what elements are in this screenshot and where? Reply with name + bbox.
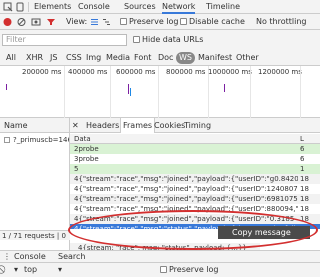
context-dropdown-icon[interactable]: ▾ [58, 265, 62, 274]
timeline-tick-label: 200000 ms [22, 68, 62, 76]
frame-length: 18 [300, 175, 309, 183]
network-toolbar: View: Preserve log Disable cache No thro… [0, 14, 320, 30]
request-mark [6, 84, 7, 90]
length-column-header[interactable]: L [300, 134, 304, 144]
drawer-preserve-log-label: Preserve log [169, 265, 219, 274]
tab-timeline[interactable]: Timeline [206, 0, 240, 14]
dropdown-icon[interactable]: ▾ [14, 265, 18, 274]
console-drawer: ⃠ ▾ top ▾ Preserve log [0, 262, 320, 277]
close-detail-icon[interactable]: ✕ [72, 118, 79, 133]
frame-row[interactable]: 4{"stream":"race","msg":"joined","payloa… [70, 184, 320, 194]
timeline-grid-line [250, 66, 251, 118]
frame-row[interactable]: 4{"stream":"race","msg":"joined","payloa… [70, 174, 320, 184]
waterfall-view-icon[interactable] [102, 14, 111, 30]
timeline-tick-label: 600000 ms [116, 68, 156, 76]
drawer-tabs: ⋮ Console Search [0, 250, 320, 262]
data-column-header[interactable]: Data [74, 134, 91, 144]
view-label: View: [66, 17, 88, 26]
status-bar: 1 / 71 requests | 0 [0, 230, 70, 240]
type-filter-ws[interactable]: WS [176, 52, 195, 64]
timeline-grid-line [110, 66, 111, 118]
divider [28, 2, 29, 12]
filter-icon[interactable] [46, 14, 56, 30]
type-filter-css[interactable]: CSS [64, 52, 84, 64]
preserve-log-label: Preserve log [129, 17, 179, 26]
capture-screenshot-icon[interactable] [31, 14, 41, 30]
frame-data: 3probe [74, 155, 99, 163]
preserve-log-checkbox[interactable]: Preserve log [120, 14, 179, 30]
list-view-icon[interactable] [90, 14, 99, 30]
request-type-icon [4, 137, 10, 143]
tab-elements[interactable]: Elements [34, 0, 71, 14]
timeline-tick-label: 400000 ms [68, 68, 108, 76]
detail-tabs: ✕ Headers Frames Cookies Timing [70, 118, 320, 133]
frame-length: 6 [300, 145, 305, 153]
timeline-tick-label: 800000 ms [166, 68, 206, 76]
filter-input[interactable]: Filter [2, 34, 127, 46]
frame-data: 5 [74, 165, 79, 173]
hide-data-urls-label: Hide data URLs [142, 35, 204, 44]
type-filter-img[interactable]: Img [84, 52, 103, 64]
tab-network[interactable]: Network [162, 0, 196, 14]
filter-bar: Filter Hide data URLs [0, 30, 320, 50]
type-filter-other[interactable]: Other [234, 52, 261, 64]
tab-timing[interactable]: Timing [184, 118, 211, 133]
request-name: ?_primuscb=146... [13, 136, 69, 144]
request-mark [224, 84, 225, 92]
drawer-tab-search[interactable]: Search [58, 252, 85, 261]
type-filter-all[interactable]: All [4, 52, 18, 64]
frame-row[interactable]: 4{"stream":"race","msg":"joined","payloa… [70, 194, 320, 204]
disable-cache-checkbox[interactable]: Disable cache [180, 14, 245, 30]
type-filter-doc[interactable]: Doc [156, 52, 175, 64]
network-overview[interactable]: 200000 ms 400000 ms 600000 ms 800000 ms 1000… [0, 66, 320, 118]
frame-length: 6 [300, 155, 305, 163]
request-mark [130, 88, 131, 96]
type-filter-media[interactable]: Media [104, 52, 132, 64]
timeline-grid-line [64, 66, 65, 118]
drawer-menu-icon[interactable]: ⋮ [3, 252, 11, 261]
frame-data: 2probe [74, 145, 99, 153]
type-filter-manifest[interactable]: Manifest [196, 52, 234, 64]
clear-icon[interactable] [17, 14, 26, 30]
timeline-grid-line [300, 66, 301, 118]
timeline-tick-label: 1000000 ms [208, 68, 252, 76]
frame-data: 4{"stream":"race","msg":"joined","payloa… [74, 195, 298, 203]
throttling-select[interactable]: No throttling [256, 14, 307, 30]
frame-data: 4{"stream":"race","msg":"joined","payloa… [74, 175, 298, 183]
frames-header: Data L [70, 134, 320, 144]
type-filter-font[interactable]: Font [132, 52, 153, 64]
frame-data: 4{"stream":"race","msg":"joined","payloa… [74, 185, 298, 193]
tab-sources[interactable]: Sources [124, 0, 156, 14]
request-mark [128, 84, 129, 94]
devtools-tabbar: Elements Console Sources Network Timelin… [0, 0, 320, 14]
disable-cache-label: Disable cache [189, 17, 245, 26]
highlight-annotation [68, 210, 318, 250]
tab-frames[interactable]: Frames [120, 118, 156, 133]
name-column-header[interactable]: Name [0, 118, 69, 133]
type-filter-bar: All XHR JS CSS Img Media Font Doc WS Manifest Othe… [0, 50, 320, 66]
tab-cookies[interactable]: Cookies [154, 118, 185, 133]
timeline-grid-line [158, 66, 159, 118]
inspect-icon[interactable] [3, 2, 13, 12]
frame-row[interactable]: 51 [70, 164, 320, 174]
frame-length: 1 [300, 165, 305, 173]
tab-console[interactable]: Console [78, 0, 110, 14]
frame-length: 18 [300, 205, 309, 213]
drawer-tab-console[interactable]: Console [14, 252, 46, 261]
frame-length: 18 [300, 185, 309, 193]
drawer-preserve-log-checkbox[interactable]: Preserve log [160, 265, 219, 274]
context-select[interactable]: top [24, 265, 37, 274]
device-icon[interactable] [15, 2, 25, 12]
hide-data-urls-checkbox[interactable]: Hide data URLs [133, 34, 203, 46]
type-filter-js[interactable]: JS [48, 52, 59, 64]
tab-headers[interactable]: Headers [86, 118, 119, 133]
type-filter-xhr[interactable]: XHR [24, 52, 45, 64]
record-icon[interactable] [3, 14, 12, 30]
frame-length: 18 [300, 195, 309, 203]
timeline-tick-label: 1200000 ms [258, 68, 302, 76]
request-row[interactable]: ?_primuscb=146... [0, 133, 69, 147]
frame-row[interactable]: 3probe 6 [70, 154, 320, 164]
frame-row[interactable]: 2probe 6 [70, 144, 320, 154]
